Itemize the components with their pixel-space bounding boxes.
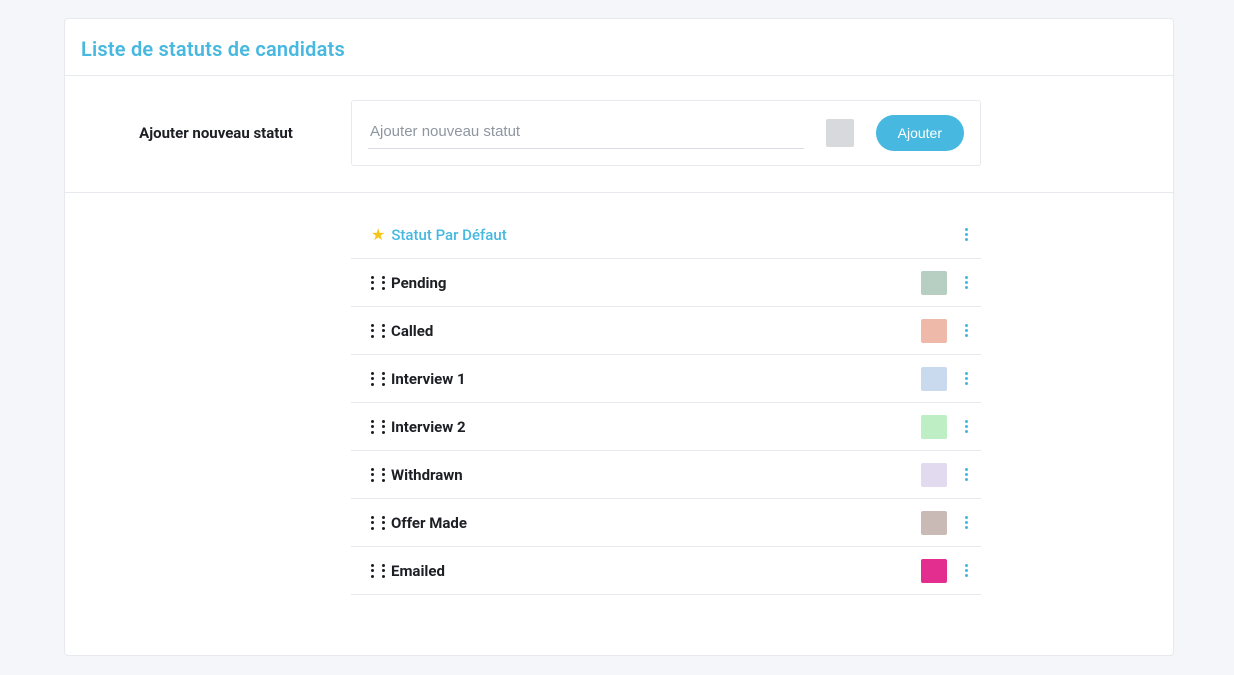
drag-handle-icon[interactable] [371,420,385,434]
more-vertical-icon [965,564,968,577]
add-label-wrap: Ajouter nouveau statut [81,124,351,142]
add-status-box: Ajouter [351,100,981,166]
status-row: Pending [351,259,981,307]
star-icon: ★ [371,225,385,244]
status-list: ★ Statut Par Défaut Pending [351,211,981,595]
default-status-label: Statut Par Défaut [391,226,955,244]
drag-handle-icon[interactable] [371,516,385,530]
default-status-row: ★ Statut Par Défaut [351,211,981,259]
status-row: Emailed [351,547,981,595]
status-more-button[interactable] [955,268,977,298]
drag-handle-icon[interactable] [371,372,385,386]
status-row: Interview 2 [351,403,981,451]
more-vertical-icon [965,516,968,529]
more-vertical-icon [965,420,968,433]
add-status-input[interactable] [368,117,804,149]
status-list-card: Liste de statuts de candidats Ajouter no… [64,18,1174,656]
list-spacer [81,211,351,595]
add-status-section: Ajouter nouveau statut Ajouter [65,76,1173,193]
status-color-swatch[interactable] [921,415,947,439]
page-title: Liste de statuts de candidats [81,37,1157,61]
add-status-label: Ajouter nouveau statut [139,124,293,142]
card-header: Liste de statuts de candidats [65,19,1173,76]
status-label: Offer Made [391,514,921,532]
status-row: Withdrawn [351,451,981,499]
more-vertical-icon [965,276,968,289]
status-label: Interview 2 [391,418,921,436]
drag-handle-icon[interactable] [371,324,385,338]
status-more-button[interactable] [955,508,977,538]
status-more-button[interactable] [955,316,977,346]
more-vertical-icon [965,324,968,337]
status-label: Emailed [391,562,921,580]
add-status-button[interactable]: Ajouter [876,115,964,151]
more-vertical-icon [965,372,968,385]
more-vertical-icon [965,468,968,481]
status-row: Interview 1 [351,355,981,403]
status-list-section: ★ Statut Par Défaut Pending [65,193,1173,595]
status-label: Withdrawn [391,466,921,484]
status-color-swatch[interactable] [921,559,947,583]
add-status-color-swatch[interactable] [826,119,854,147]
status-color-swatch[interactable] [921,271,947,295]
status-more-button[interactable] [955,556,977,586]
status-color-swatch[interactable] [921,367,947,391]
status-color-swatch[interactable] [921,319,947,343]
drag-handle-icon[interactable] [371,276,385,290]
status-row: Called [351,307,981,355]
status-label: Interview 1 [391,370,921,388]
status-label: Pending [391,274,921,292]
status-label: Called [391,322,921,340]
status-row: Offer Made [351,499,981,547]
drag-handle-icon[interactable] [371,468,385,482]
status-color-swatch[interactable] [921,463,947,487]
status-more-button[interactable] [955,364,977,394]
default-status-more-button[interactable] [955,220,977,250]
status-more-button[interactable] [955,412,977,442]
status-color-swatch[interactable] [921,511,947,535]
status-more-button[interactable] [955,460,977,490]
drag-handle-icon[interactable] [371,564,385,578]
more-vertical-icon [965,228,968,241]
